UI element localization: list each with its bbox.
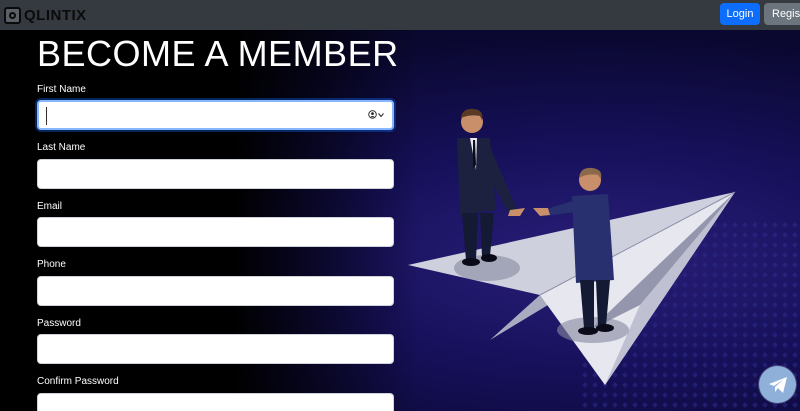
brand-logo[interactable]: QLINTIX bbox=[4, 4, 87, 26]
brand-name: QLINTIX bbox=[24, 6, 87, 24]
hero-section: BECOME A MEMBER First Name Last Name Ema… bbox=[0, 30, 800, 411]
email-label: Email bbox=[37, 201, 63, 212]
qlintix-logo-icon bbox=[4, 6, 21, 24]
login-button[interactable]: Login bbox=[720, 3, 760, 25]
telegram-icon[interactable] bbox=[759, 366, 796, 403]
email-input[interactable] bbox=[37, 217, 394, 247]
confirm-password-label: Confirm Password bbox=[37, 376, 119, 387]
navbar: QLINTIX Login Register bbox=[0, 0, 800, 30]
contact-card-icon[interactable] bbox=[368, 110, 384, 119]
page-title: BECOME A MEMBER bbox=[37, 33, 399, 74]
first-name-label: First Name bbox=[37, 84, 86, 95]
handshake-illustration bbox=[408, 108, 800, 411]
last-name-label: Last Name bbox=[37, 142, 86, 153]
confirm-password-input[interactable] bbox=[37, 393, 394, 411]
password-label: Password bbox=[37, 318, 81, 329]
password-input[interactable] bbox=[37, 334, 394, 364]
last-name-input[interactable] bbox=[37, 159, 394, 189]
phone-label: Phone bbox=[37, 259, 66, 270]
register-button[interactable]: Register bbox=[764, 3, 800, 25]
phone-input[interactable] bbox=[37, 276, 394, 306]
text-caret bbox=[46, 107, 47, 125]
first-name-input[interactable] bbox=[37, 100, 394, 130]
